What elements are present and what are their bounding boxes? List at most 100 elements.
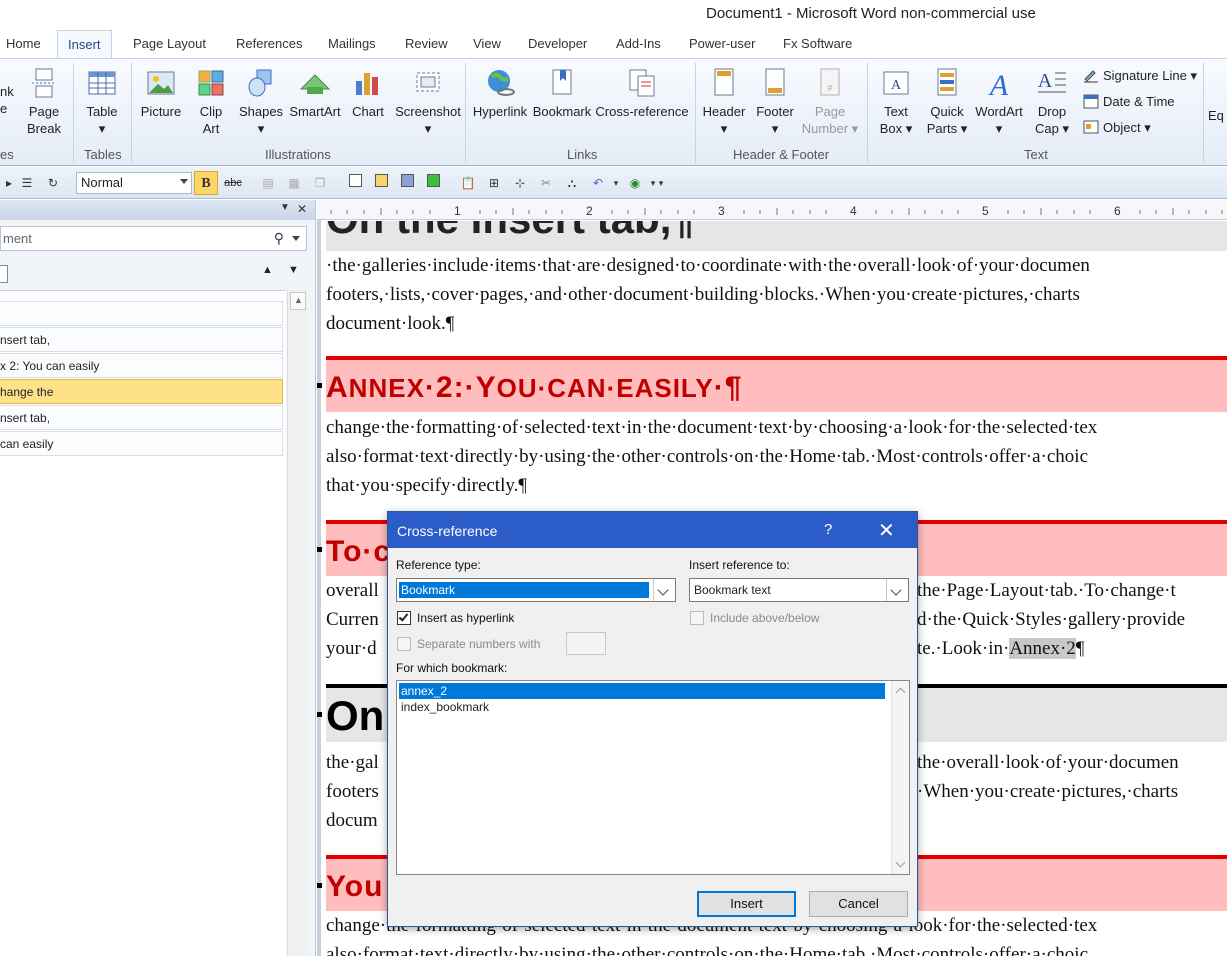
customize-toolbar-icon[interactable]: ▾ [652,174,670,192]
page-break-button[interactable]: Page Break [22,67,66,137]
copy-format-icon[interactable]: ❐ [311,174,329,192]
nav-search-input[interactable]: ment ⚲ [0,226,307,251]
close-icon[interactable]: ✕ [878,518,895,543]
search-icon[interactable]: ⚲ [274,230,284,247]
drop-cap-button[interactable]: A Drop Cap ▾ [1030,67,1074,137]
signature-line-button[interactable]: Signature Line ▾ [1083,67,1197,84]
header-button[interactable]: Header ▾ [700,67,748,137]
insert-as-hyperlink-label[interactable]: Insert as hyperlink [417,611,514,625]
grid-icon[interactable]: ⊞ [485,174,503,192]
nav-options-icon[interactable]: ▼ [280,202,290,213]
screenshot-button[interactable]: Screenshot ▾ [393,67,463,137]
chevron-down-icon[interactable] [886,579,908,601]
quick-parts-button[interactable]: Quick Parts ▾ [922,67,972,137]
close-icon[interactable]: ✕ [297,202,307,216]
cross-reference-field[interactable]: Annex·2 [1009,638,1076,659]
smartart-button[interactable]: SmartArt [287,67,343,120]
list-item-selected[interactable]: annex_2 [399,683,885,699]
tab-page-layout[interactable]: Page Layout [133,36,206,51]
equation-button-partial[interactable]: Eq [1208,107,1227,124]
hyperlink-button[interactable]: Hyperlink [471,67,529,120]
list-item[interactable]: can easily [0,431,283,456]
tab-fx-software[interactable]: Fx Software [783,36,852,51]
table-format-icon[interactable]: ▦ [285,174,303,192]
picture-button[interactable]: Picture [139,67,183,120]
undo-icon[interactable]: ↶ [589,174,607,192]
format-icon[interactable]: ▤ [259,174,277,192]
bullets-icon[interactable]: ▸ [0,174,18,192]
scroll-down-icon[interactable] [895,857,906,868]
list-item[interactable]: index_bookmark [399,699,885,715]
tab-power-user[interactable]: Power-user [689,36,755,51]
nav-view-pages-icon[interactable] [0,265,8,283]
paste-icon[interactable]: 📋 [459,174,477,192]
previous-result-icon[interactable]: ▲ [262,264,273,276]
separate-numbers-checkbox[interactable] [397,637,411,651]
blank-page-button-partial[interactable]: nk e [0,83,14,117]
bookmark-listbox[interactable]: annex_2 index_bookmark [396,680,910,875]
dropdown-arrow-icon[interactable] [292,236,300,241]
heading-bullet [317,883,322,888]
list-item[interactable]: nsert tab, [0,405,283,430]
tab-mailings[interactable]: Mailings [328,36,376,51]
shapes-button[interactable]: Shapes ▾ [237,67,285,137]
green-fill-icon[interactable] [424,174,442,192]
strikethrough-button[interactable]: abc [224,174,242,192]
scroll-up-button[interactable]: ▲ [290,292,306,310]
circle-icon[interactable]: ◉ [626,174,644,192]
nav-scrollbar[interactable]: ▲ [287,290,307,956]
listbox-scrollbar[interactable] [891,681,909,874]
tools-icon[interactable]: ✂ [537,174,555,192]
list-item[interactable] [0,301,283,326]
insert-reference-select[interactable]: Bookmark text [689,578,909,602]
tab-add-ins[interactable]: Add-Ins [616,36,661,51]
bookmark-button[interactable]: Bookmark [531,67,593,120]
tab-references[interactable]: References [236,36,302,51]
list-item[interactable]: x 2: You can easily [0,353,283,378]
next-result-icon[interactable]: ▼ [288,264,299,276]
undo-dropdown-icon[interactable]: ▾ [607,174,625,192]
object-button[interactable]: Object ▾ [1083,119,1151,136]
blue-fill-icon[interactable] [398,174,416,192]
tab-home[interactable]: Home [6,36,41,51]
separator-input[interactable] [566,632,606,655]
tab-view[interactable]: View [473,36,501,51]
split-icon[interactable]: ⊹ [511,174,529,192]
structure-icon[interactable]: ⛬ [563,174,581,192]
refresh-icon[interactable]: ↻ [44,174,62,192]
cross-reference-button[interactable]: Cross-reference [594,67,690,120]
label: Parts [926,121,958,136]
help-icon[interactable]: ? [824,521,832,538]
chart-button[interactable]: Chart [348,67,388,120]
numbered-list-icon[interactable]: ☰ [18,174,36,192]
yellow-fill-icon[interactable] [372,174,390,192]
chevron-down-icon[interactable] [653,579,675,601]
no-fill-icon[interactable] [346,174,364,192]
insert-button[interactable]: Insert [697,891,796,917]
heading-part: OU·CAN·EASILY [496,373,714,403]
reference-type-select[interactable]: Bookmark [396,578,676,602]
label: Picture [140,104,182,119]
scroll-up-icon[interactable] [895,687,906,698]
horizontal-ruler[interactable]: 1 2 3 4 5 6 [317,200,1227,220]
footer-button[interactable]: Footer ▾ [752,67,798,137]
list-item[interactable]: nsert tab, [0,327,283,352]
svg-text:A: A [1038,70,1053,92]
bold-button[interactable]: B [194,171,218,195]
paragraph-line: also·format·text·directly·by·using·the·o… [326,446,1089,467]
paragraph-line: document·look.¶ [326,313,455,334]
date-time-button[interactable]: Date & Time [1083,93,1175,109]
text-box-button[interactable]: A Text Box ▾ [872,67,920,137]
style-select[interactable]: Normal [76,172,192,194]
page-number-button[interactable]: # Page Number ▾ [800,67,860,137]
cancel-button[interactable]: Cancel [809,891,908,917]
list-item-selected[interactable]: hange the [0,379,283,404]
tab-review[interactable]: Review [405,36,448,51]
table-button[interactable]: Table ▾ [80,67,124,137]
wordart-button[interactable]: A WordArt ▾ [971,67,1027,137]
clip-art-button[interactable]: Clip Art [193,67,229,137]
include-above-below-checkbox[interactable] [690,611,704,625]
tab-insert[interactable]: Insert [57,30,112,59]
insert-as-hyperlink-checkbox[interactable] [397,611,411,625]
tab-developer[interactable]: Developer [528,36,587,51]
